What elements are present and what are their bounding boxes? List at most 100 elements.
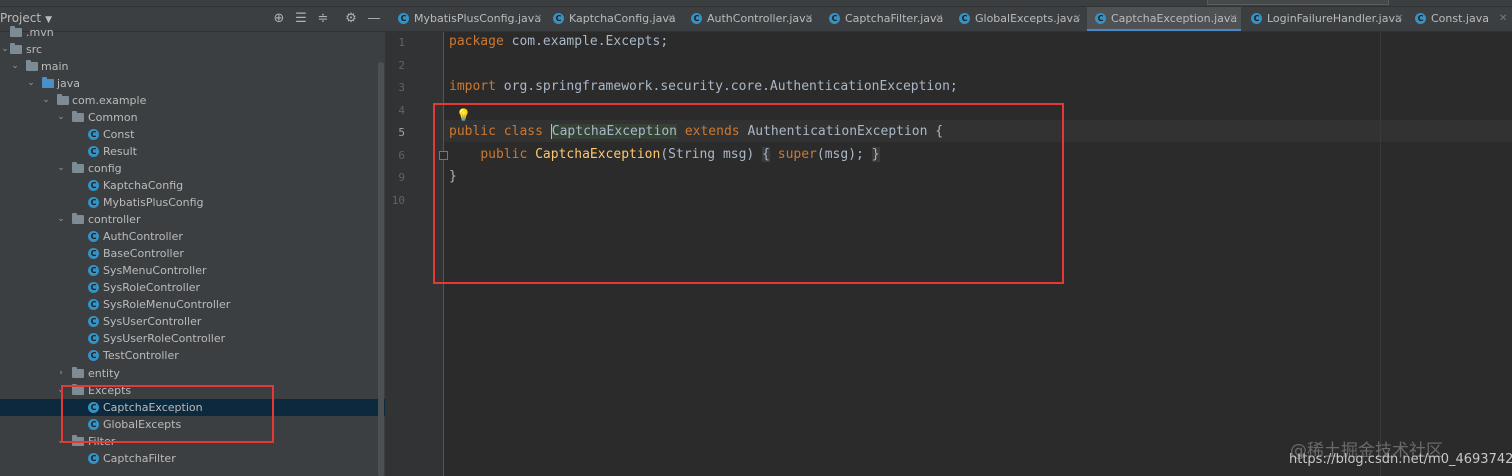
- chevron-down-icon[interactable]: ⌄: [41, 92, 51, 109]
- tree-item[interactable]: C Result: [0, 143, 385, 160]
- tree-item-label: MybatisPlusConfig: [103, 196, 204, 209]
- tab-label: KaptchaConfig.java: [569, 12, 676, 25]
- close-icon[interactable]: ✕: [1499, 7, 1507, 31]
- close-icon[interactable]: ✕: [1073, 7, 1081, 31]
- tree-item[interactable]: › entity: [0, 365, 385, 382]
- class-icon: C: [959, 13, 970, 24]
- class-icon: C: [88, 231, 99, 242]
- close-icon[interactable]: ✕: [805, 7, 813, 31]
- close-icon[interactable]: ✕: [534, 7, 542, 31]
- line-number: 9: [398, 171, 405, 184]
- tree-item[interactable]: C BaseController: [0, 245, 385, 262]
- package-icon: [57, 94, 69, 105]
- tree-item[interactable]: C KaptchaConfig: [0, 177, 385, 194]
- class-icon: C: [1415, 13, 1426, 24]
- folder-icon: [10, 26, 22, 37]
- chevron-down-icon[interactable]: ⌄: [56, 211, 66, 228]
- close-icon[interactable]: ✕: [1395, 7, 1403, 31]
- tab-label: CaptchaException.java: [1111, 12, 1238, 25]
- tree-item-label: SysUserController: [103, 315, 202, 328]
- tree-item[interactable]: C SysUserRoleController: [0, 330, 385, 347]
- line-number: 3: [398, 81, 405, 94]
- chevron-right-icon[interactable]: ›: [56, 365, 66, 382]
- tree-item-label: java: [57, 77, 81, 90]
- tab-captchaexception[interactable]: C CaptchaException.java ✕: [1087, 7, 1241, 31]
- line-number-current: 5: [398, 126, 405, 139]
- tree-item[interactable]: ⌄ config: [0, 160, 385, 177]
- code-line-1: package com.example.Excepts;: [449, 34, 668, 49]
- editor-tab-bar: C MybatisPlusConfig.java ✕ C KaptchaConf…: [385, 7, 1512, 32]
- tree-item[interactable]: .mvn: [0, 24, 385, 41]
- class-icon: C: [1095, 13, 1106, 24]
- class-icon: C: [88, 146, 99, 157]
- tab-kaptchaconfig[interactable]: C KaptchaConfig.java ✕: [545, 7, 680, 31]
- tab-label: AuthController.java: [707, 12, 813, 25]
- folder-icon: [42, 77, 54, 88]
- project-panel: Project ▼ ⊕ ☰ ≑ ⚙ — .mvn ⌄ src ⌄ main ⌄ j…: [0, 7, 385, 476]
- class-icon: C: [1251, 13, 1262, 24]
- tree-item-label: src: [26, 43, 43, 56]
- tab-loginfailurehandler[interactable]: C LoginFailureHandler.java ✕: [1243, 7, 1407, 31]
- tree-item-label: SysUserRoleController: [103, 332, 226, 345]
- run-config-selector[interactable]: [1207, 0, 1389, 5]
- tree-item-label: .mvn: [26, 26, 54, 39]
- window-top-strip: [0, 0, 1512, 7]
- chevron-down-icon[interactable]: ⌄: [26, 75, 36, 92]
- class-icon: C: [88, 453, 99, 464]
- tree-item[interactable]: ⌄ com.example: [0, 92, 385, 109]
- close-icon[interactable]: ✕: [935, 7, 943, 31]
- tree-item[interactable]: ⌄ java: [0, 75, 385, 92]
- tree-item[interactable]: C TestController: [0, 347, 385, 364]
- class-icon: C: [691, 13, 702, 24]
- class-icon: C: [88, 316, 99, 327]
- tree-scrollbar[interactable]: [378, 62, 384, 476]
- chevron-down-icon[interactable]: ⌄: [56, 160, 66, 177]
- class-icon: C: [88, 129, 99, 140]
- tab-label: MybatisPlusConfig.java: [414, 12, 542, 25]
- tree-item[interactable]: C SysUserController: [0, 313, 385, 330]
- project-view-selector[interactable]: Project ▼: [0, 11, 52, 25]
- keyword: import: [449, 79, 496, 94]
- tab-label: LoginFailureHandler.java: [1267, 12, 1402, 25]
- tree-item[interactable]: ⌄ Common: [0, 109, 385, 126]
- source-url: https://blog.csdn.net/m0_46937429: [1289, 452, 1512, 467]
- class-icon: C: [88, 197, 99, 208]
- folder-icon: [26, 60, 38, 71]
- chevron-down-icon[interactable]: ⌄: [0, 41, 10, 58]
- code-line-3: import org.springframework.security.core…: [449, 79, 958, 94]
- tree-item-label: CaptchaFilter: [103, 452, 176, 465]
- tree-item[interactable]: C CaptchaFilter: [0, 450, 385, 467]
- class-icon: C: [88, 180, 99, 191]
- tree-item[interactable]: C AuthController: [0, 228, 385, 245]
- tab-globalexcepts[interactable]: C GlobalExcepts.java ✕: [951, 7, 1085, 31]
- chevron-down-icon[interactable]: ⌄: [56, 109, 66, 126]
- package-icon: [72, 213, 84, 224]
- tree-item-label: AuthController: [103, 230, 183, 243]
- close-icon[interactable]: ✕: [1229, 7, 1237, 31]
- line-number: 6: [398, 149, 405, 162]
- tree-item-label: config: [88, 162, 122, 175]
- tree-item[interactable]: C SysRoleMenuController: [0, 296, 385, 313]
- tree-item[interactable]: ⌄ main: [0, 58, 385, 75]
- tab-label: Const.java: [1431, 12, 1489, 25]
- class-icon: C: [88, 299, 99, 310]
- tree-item[interactable]: ⌄ src: [0, 41, 385, 58]
- tab-mybatisplusconfig[interactable]: C MybatisPlusConfig.java ✕: [390, 7, 542, 31]
- tab-const[interactable]: C Const.java ✕: [1407, 7, 1512, 31]
- tab-captchafilter[interactable]: C CaptchaFilter.java ✕: [821, 7, 946, 31]
- tree-item[interactable]: C Const: [0, 126, 385, 143]
- tree-item[interactable]: C SysRoleController: [0, 279, 385, 296]
- close-icon[interactable]: ✕: [667, 7, 675, 31]
- class-icon: C: [88, 350, 99, 361]
- package-icon: [72, 111, 84, 122]
- line-number: 10: [391, 194, 405, 207]
- tab-authcontroller[interactable]: C AuthController.java ✕: [683, 7, 818, 31]
- code-editor[interactable]: 1 2 3 4 5 6 9 10 💡 package com.example.E…: [385, 32, 1512, 476]
- chevron-down-icon[interactable]: ⌄: [10, 58, 20, 75]
- tree-item[interactable]: C SysMenuController: [0, 262, 385, 279]
- tree-item[interactable]: ⌄ controller: [0, 211, 385, 228]
- tree-item-label: controller: [88, 213, 141, 226]
- tree-item[interactable]: C MybatisPlusConfig: [0, 194, 385, 211]
- tree-item-label: Common: [88, 111, 138, 124]
- keyword: package: [449, 34, 504, 49]
